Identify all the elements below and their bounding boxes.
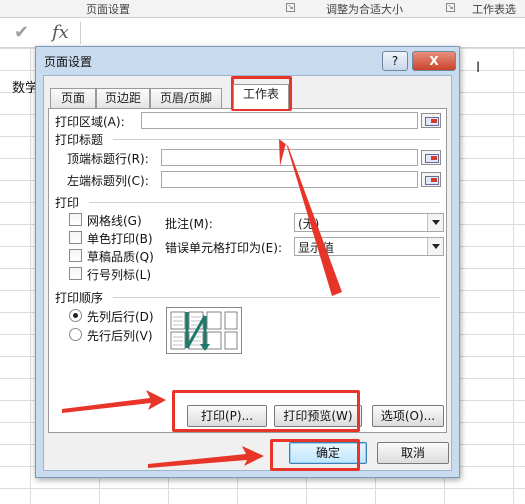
left-cols-label: 左端标题列(C): bbox=[67, 174, 149, 188]
headings-checkbox[interactable] bbox=[69, 267, 82, 280]
ribbon-group-scale-to-fit[interactable]: 调整为合适大小 bbox=[326, 1, 403, 17]
page-order-divider bbox=[113, 297, 440, 298]
sheet-tab-panel: 打印区域(A): 打印标题 顶端标题行(R): 左端标题列(C): 打印 网格线… bbox=[48, 108, 447, 433]
chevron-down-icon[interactable] bbox=[427, 238, 443, 255]
help-button[interactable]: ? bbox=[382, 51, 408, 71]
comments-label: 批注(M): bbox=[165, 217, 213, 231]
errors-value: 显示值 bbox=[298, 241, 335, 255]
print-area-collapse-icon[interactable] bbox=[421, 113, 441, 128]
cancel-button[interactable]: 取消 bbox=[377, 442, 449, 464]
ribbon-group-sheet-options[interactable]: 工作表选 bbox=[472, 1, 516, 17]
comments-value: (无) bbox=[298, 217, 320, 231]
headings-label: 行号列标(L) bbox=[87, 268, 152, 282]
top-rows-label: 顶端标题行(R): bbox=[67, 152, 149, 166]
draft-checkbox[interactable] bbox=[69, 249, 82, 262]
print-area-label: 打印区域(A): bbox=[55, 115, 125, 129]
formula-input[interactable] bbox=[80, 22, 523, 44]
left-cols-input[interactable] bbox=[161, 171, 418, 188]
mono-label: 单色打印(B) bbox=[87, 232, 153, 246]
tab-header-footer[interactable]: 页眉/页脚 bbox=[150, 88, 222, 108]
print-divider bbox=[89, 202, 440, 203]
page-setup-launcher-icon[interactable]: ↘ bbox=[286, 3, 295, 12]
ribbon-strip: 页面设置 ↘ 调整为合适大小 ↘ 工作表选 bbox=[0, 0, 525, 18]
over-then-down-radio[interactable] bbox=[69, 328, 82, 341]
errors-label: 错误单元格打印为(E): bbox=[165, 241, 282, 255]
gridlines-checkbox[interactable] bbox=[69, 213, 82, 226]
fx-icon[interactable]: fx bbox=[52, 22, 69, 43]
top-rows-collapse-icon[interactable] bbox=[421, 150, 441, 165]
highlight-print-buttons bbox=[172, 390, 360, 432]
print-heading: 打印 bbox=[55, 196, 80, 210]
tab-sheet[interactable]: 工作表 bbox=[233, 84, 289, 109]
tab-margins[interactable]: 页边距 bbox=[96, 88, 150, 108]
print-titles-heading: 打印标题 bbox=[55, 133, 104, 147]
tab-page[interactable]: 页面 bbox=[50, 88, 96, 108]
text-cursor-icon: I bbox=[476, 60, 481, 76]
check-icon[interactable]: ✔ bbox=[14, 22, 29, 43]
scale-launcher-icon[interactable]: ↘ bbox=[446, 3, 455, 12]
ribbon-group-page-setup[interactable]: 页面设置 bbox=[86, 1, 130, 17]
dialog-titlebar[interactable]: 页面设置 ? X bbox=[36, 47, 459, 75]
down-then-over-radio[interactable] bbox=[69, 309, 82, 322]
errors-select[interactable]: 显示值 bbox=[294, 237, 444, 256]
mono-checkbox[interactable] bbox=[69, 231, 82, 244]
chevron-down-icon[interactable] bbox=[427, 214, 443, 231]
page-order-diagram-icon bbox=[166, 307, 242, 354]
comments-select[interactable]: (无) bbox=[294, 213, 444, 232]
close-button[interactable]: X bbox=[412, 51, 456, 71]
highlight-ok-button bbox=[270, 439, 360, 471]
dialog-title: 页面设置 bbox=[44, 55, 93, 69]
options-button[interactable]: 选项(O)... bbox=[372, 405, 444, 427]
page-order-heading: 打印顺序 bbox=[55, 291, 104, 305]
formula-bar: ✔ fx bbox=[0, 18, 525, 48]
top-rows-input[interactable] bbox=[161, 149, 418, 166]
over-then-down-label: 先行后列(V) bbox=[87, 329, 153, 343]
down-then-over-label: 先列后行(D) bbox=[87, 310, 154, 324]
print-area-input[interactable] bbox=[141, 112, 418, 129]
print-titles-divider bbox=[113, 139, 440, 140]
gridlines-label: 网格线(G) bbox=[87, 214, 142, 228]
draft-label: 草稿品质(Q) bbox=[87, 250, 154, 264]
left-cols-collapse-icon[interactable] bbox=[421, 172, 441, 187]
